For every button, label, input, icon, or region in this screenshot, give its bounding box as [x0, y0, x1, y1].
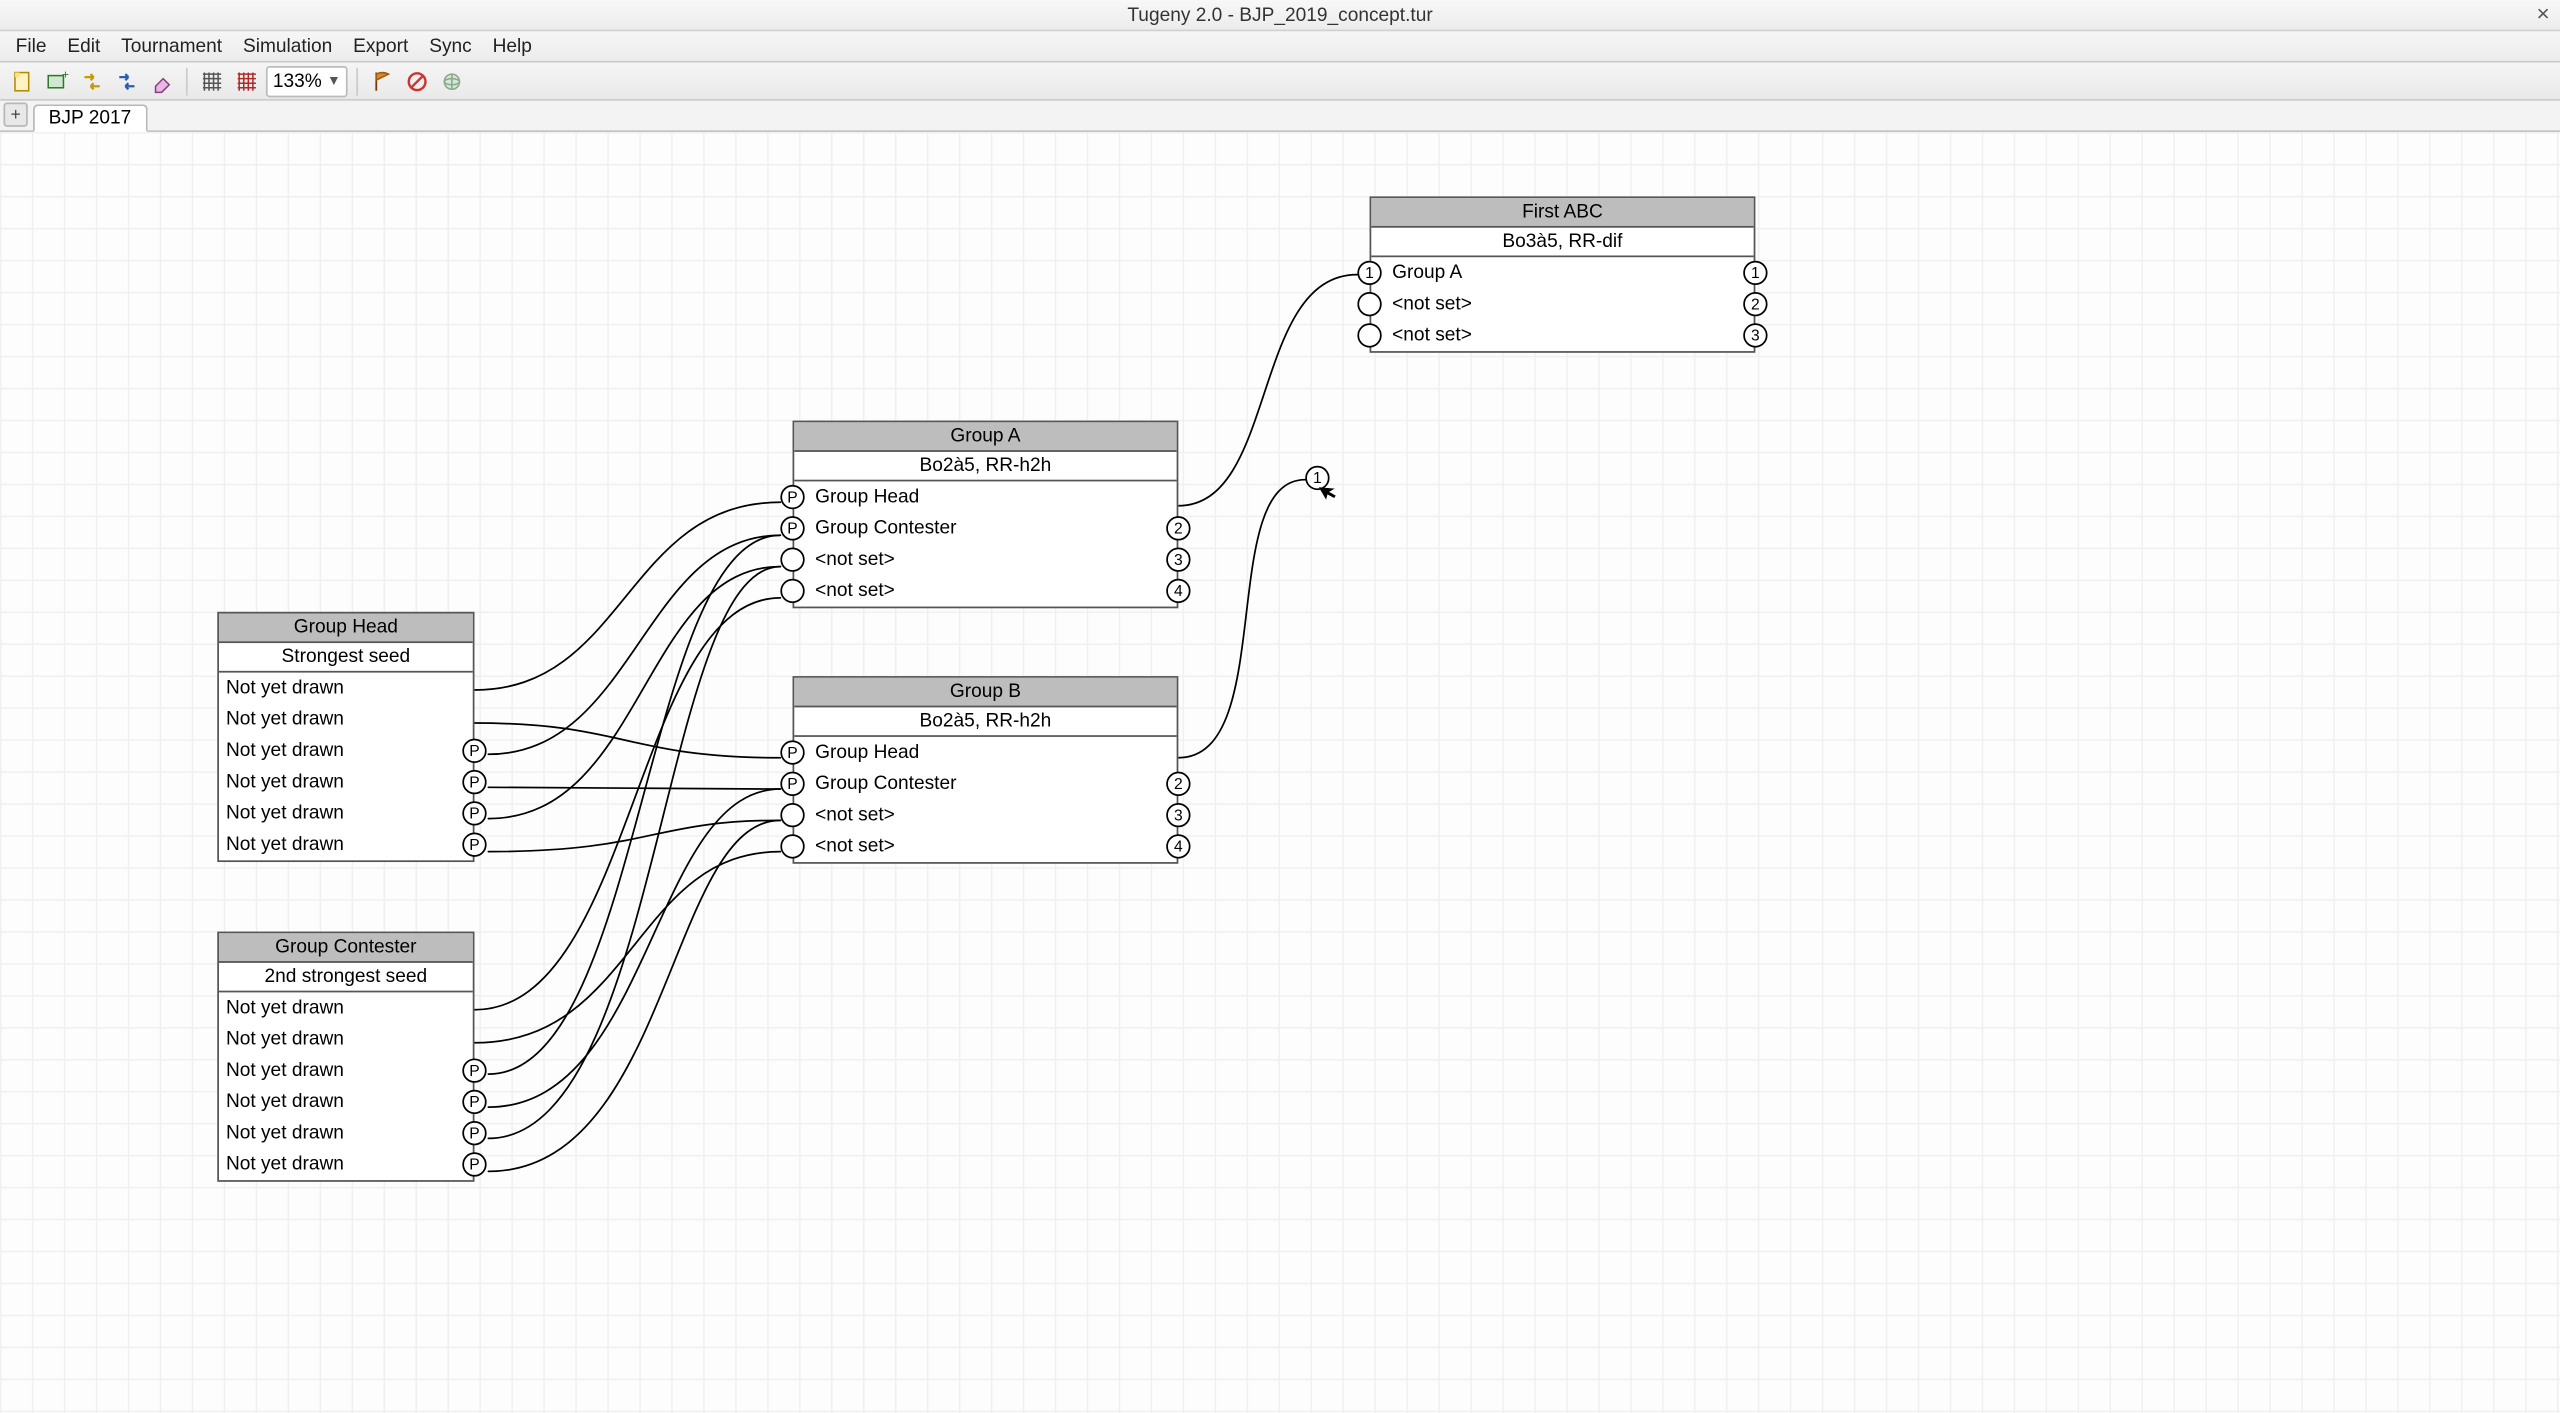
- tab-active[interactable]: BJP 2017: [33, 104, 147, 132]
- port-out[interactable]: P: [462, 1152, 486, 1176]
- port-in[interactable]: 1: [1357, 261, 1381, 285]
- port-out[interactable]: 3: [1166, 803, 1190, 827]
- menu-help[interactable]: Help: [482, 34, 542, 58]
- node-subtitle: Bo2à5, RR-h2h: [794, 452, 1176, 482]
- tabstrip: + BJP 2017: [0, 101, 2560, 132]
- port-out[interactable]: 4: [1166, 834, 1190, 858]
- menu-simulation[interactable]: Simulation: [233, 34, 343, 58]
- node-row[interactable]: Not yet drawn: [219, 992, 473, 1023]
- node-row[interactable]: P Group Head: [794, 737, 1176, 768]
- flag-icon[interactable]: [367, 65, 398, 96]
- node-row[interactable]: Not yet drawnP: [219, 735, 473, 766]
- menu-tournament[interactable]: Tournament: [111, 34, 233, 58]
- port-out[interactable]: P: [462, 1058, 486, 1082]
- grid-small-icon[interactable]: [196, 65, 227, 96]
- port-out[interactable]: P: [462, 770, 486, 794]
- node-row[interactable]: <not set> 3: [1371, 320, 1753, 351]
- prohibit-icon[interactable]: [402, 65, 433, 96]
- node-row[interactable]: <not set> 3: [794, 544, 1176, 575]
- node-group-head[interactable]: Group Head Strongest seed Not yet drawn …: [217, 612, 474, 862]
- globe-icon[interactable]: [436, 65, 467, 96]
- toolbar-separator: [186, 67, 188, 95]
- port-out[interactable]: P: [462, 833, 486, 857]
- port-out[interactable]: 4: [1166, 579, 1190, 603]
- port-in[interactable]: P: [780, 516, 804, 540]
- node-row[interactable]: Not yet drawn: [219, 673, 473, 704]
- swap-blue-icon[interactable]: [111, 65, 142, 96]
- port-in[interactable]: [780, 834, 804, 858]
- toolbar-separator: [356, 67, 358, 95]
- window-title: Tugeny 2.0 - BJP_2019_concept.tur: [1127, 4, 1432, 25]
- node-subtitle: Strongest seed: [219, 643, 473, 673]
- node-header: First ABC: [1371, 198, 1753, 228]
- node-subtitle: 2nd strongest seed: [219, 963, 473, 993]
- node-header: Group Head: [219, 614, 473, 644]
- node-row[interactable]: 1 Group A 1: [1371, 257, 1753, 288]
- node-row[interactable]: <not set> 4: [794, 575, 1176, 606]
- port-out[interactable]: 1: [1743, 261, 1767, 285]
- node-header: Group Contester: [219, 933, 473, 963]
- node-header: Group A: [794, 422, 1176, 452]
- add-node-icon[interactable]: +: [42, 65, 73, 96]
- port-out[interactable]: 2: [1743, 292, 1767, 316]
- node-subtitle: Bo2à5, RR-h2h: [794, 707, 1176, 737]
- node-subtitle: Bo3à5, RR-dif: [1371, 228, 1753, 258]
- port-out[interactable]: 3: [1166, 547, 1190, 571]
- dragging-port[interactable]: 1: [1305, 466, 1329, 490]
- chevron-down-icon: ▼: [327, 73, 341, 89]
- menu-edit[interactable]: Edit: [57, 34, 111, 58]
- zoom-value: 133%: [273, 70, 322, 91]
- port-in[interactable]: [1357, 323, 1381, 347]
- node-header: Group B: [794, 678, 1176, 708]
- add-tab-button[interactable]: +: [3, 103, 27, 127]
- port-out[interactable]: P: [462, 1121, 486, 1145]
- node-row[interactable]: Not yet drawnP: [219, 1118, 473, 1149]
- grid-red-icon[interactable]: [231, 65, 262, 96]
- node-row[interactable]: Not yet drawnP: [219, 1086, 473, 1117]
- node-group-b[interactable]: Group B Bo2à5, RR-h2h P Group Head P Gro…: [793, 676, 1179, 864]
- zoom-select[interactable]: 133% ▼: [266, 65, 348, 96]
- port-in[interactable]: [780, 579, 804, 603]
- port-out[interactable]: P: [462, 739, 486, 763]
- swap-icon[interactable]: [76, 65, 107, 96]
- node-group-contester[interactable]: Group Contester 2nd strongest seed Not y…: [217, 932, 474, 1182]
- node-row[interactable]: Not yet drawn: [219, 1024, 473, 1055]
- port-out[interactable]: 2: [1166, 516, 1190, 540]
- eraser-icon[interactable]: [146, 65, 177, 96]
- node-row[interactable]: <not set> 4: [794, 831, 1176, 862]
- port-in[interactable]: [780, 803, 804, 827]
- port-in[interactable]: P: [780, 772, 804, 796]
- node-row[interactable]: <not set> 2: [1371, 289, 1753, 320]
- node-row[interactable]: Not yet drawnP: [219, 1055, 473, 1086]
- menu-file[interactable]: File: [5, 34, 57, 58]
- node-row[interactable]: Not yet drawn: [219, 704, 473, 735]
- menu-sync[interactable]: Sync: [419, 34, 482, 58]
- node-row[interactable]: Not yet drawnP: [219, 766, 473, 797]
- close-icon[interactable]: ×: [2536, 2, 2549, 26]
- svg-text:+: +: [62, 69, 69, 81]
- titlebar: Tugeny 2.0 - BJP_2019_concept.tur ×: [0, 0, 2560, 31]
- node-row[interactable]: <not set> 3: [794, 799, 1176, 830]
- port-in[interactable]: [780, 547, 804, 571]
- port-out[interactable]: P: [462, 1090, 486, 1114]
- new-icon[interactable]: [7, 65, 38, 96]
- port-in[interactable]: P: [780, 740, 804, 764]
- toolbar: + 133% ▼: [0, 63, 2560, 101]
- port-out[interactable]: 3: [1743, 323, 1767, 347]
- node-row[interactable]: Not yet drawnP: [219, 1149, 473, 1180]
- node-first-abc[interactable]: First ABC Bo3à5, RR-dif 1 Group A 1 <not…: [1370, 196, 1756, 352]
- port-out[interactable]: P: [462, 801, 486, 825]
- node-row[interactable]: P Group Contester 2: [794, 768, 1176, 799]
- node-row[interactable]: Not yet drawnP: [219, 829, 473, 860]
- port-out[interactable]: 2: [1166, 772, 1190, 796]
- menu-export[interactable]: Export: [343, 34, 419, 58]
- node-row[interactable]: Not yet drawnP: [219, 798, 473, 829]
- node-row[interactable]: P Group Contester 2: [794, 513, 1176, 544]
- port-in[interactable]: [1357, 292, 1381, 316]
- menubar: File Edit Tournament Simulation Export S…: [0, 31, 2560, 62]
- node-group-a[interactable]: Group A Bo2à5, RR-h2h P Group Head P Gro…: [793, 421, 1179, 609]
- node-row[interactable]: P Group Head: [794, 481, 1176, 512]
- canvas[interactable]: Group Head Strongest seed Not yet drawn …: [0, 132, 2560, 1413]
- port-in[interactable]: P: [780, 485, 804, 509]
